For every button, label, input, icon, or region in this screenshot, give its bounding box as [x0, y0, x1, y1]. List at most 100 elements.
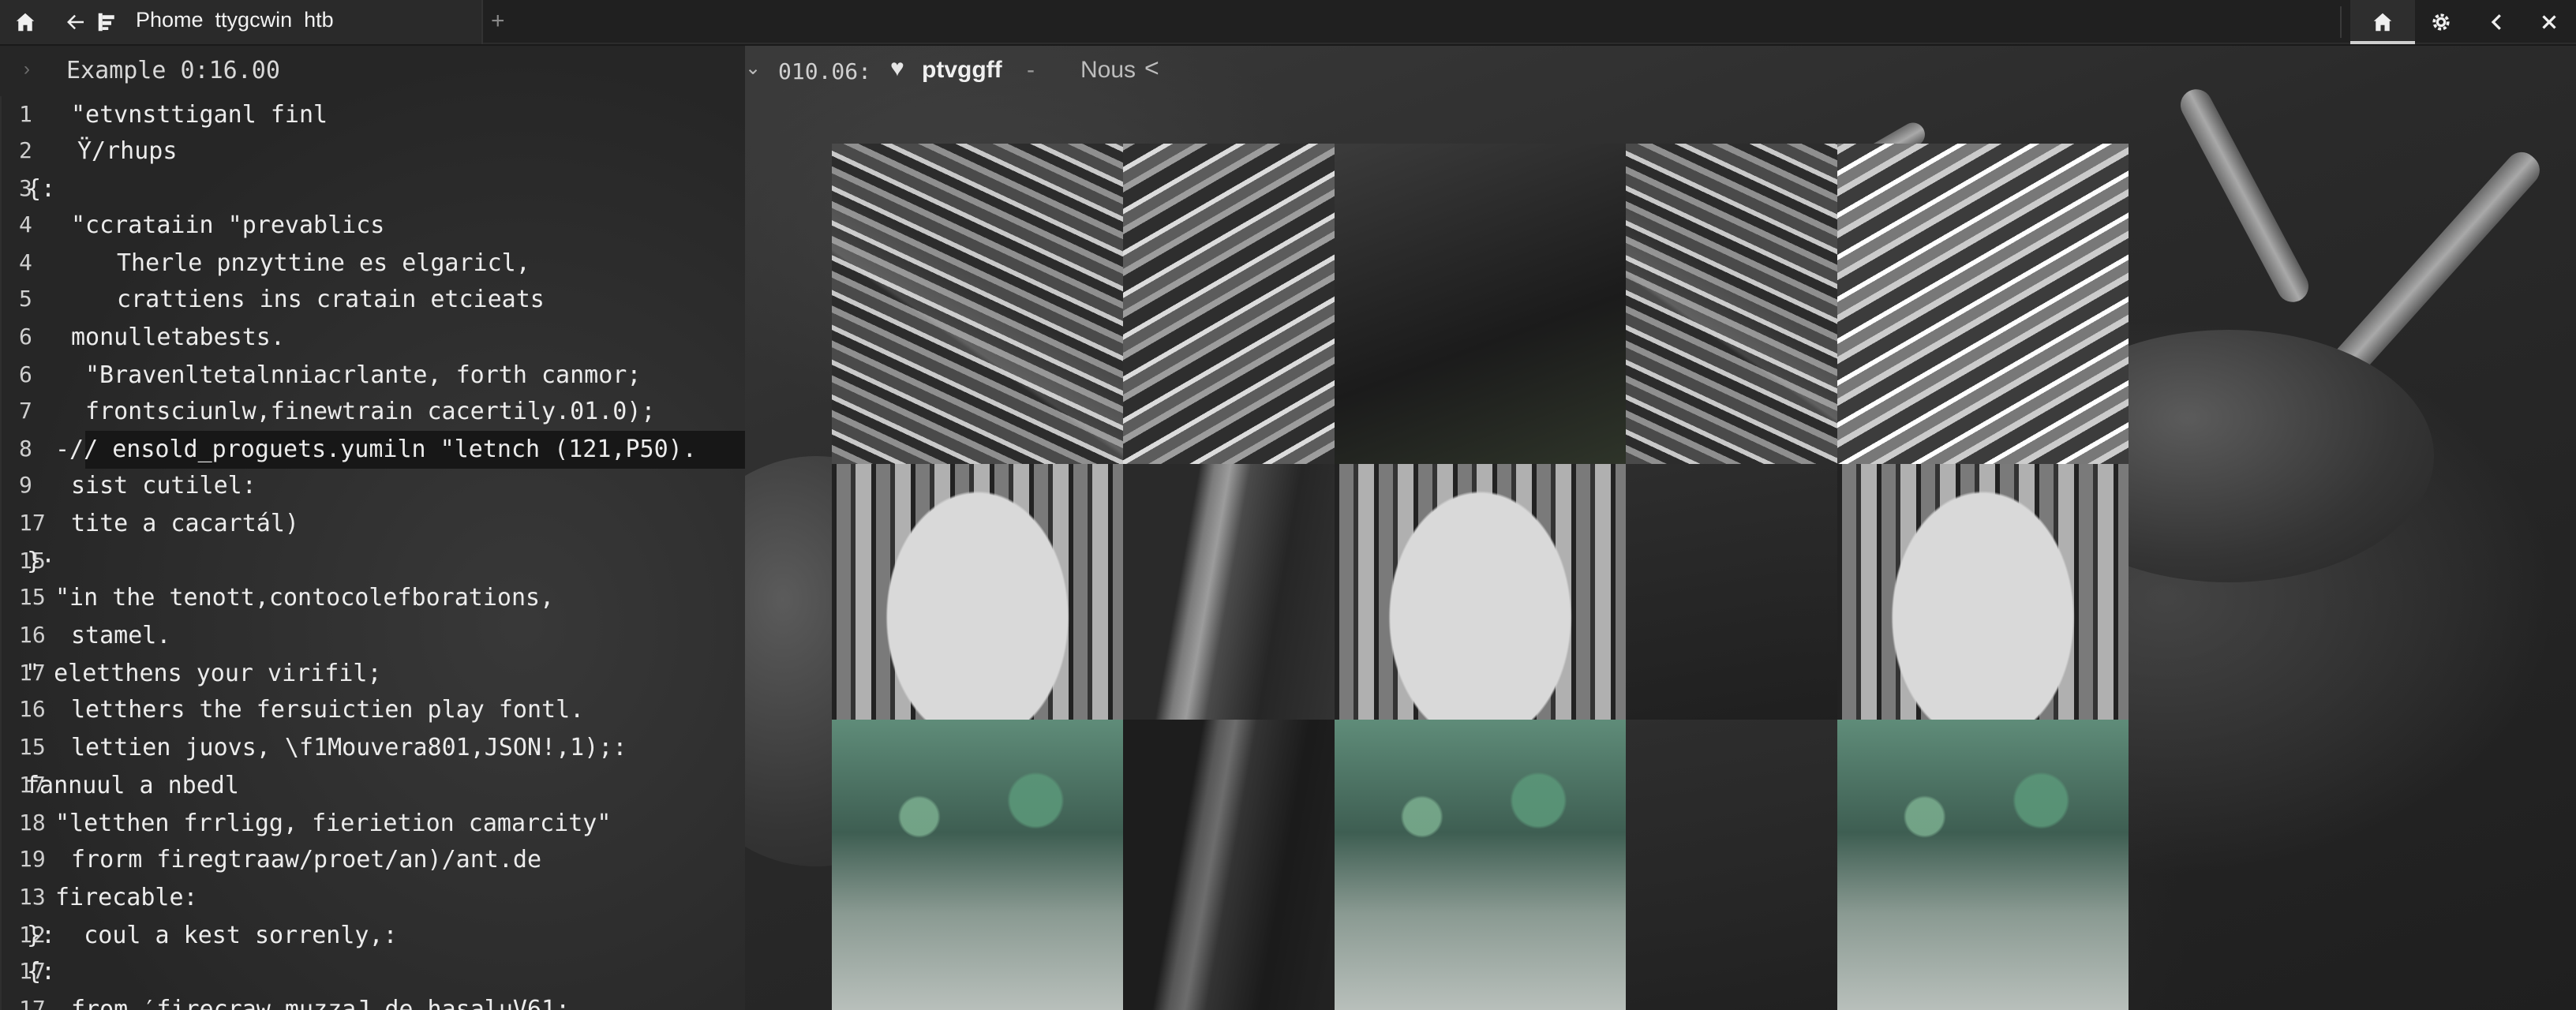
code-line[interactable]: 1 "etvnsttiganl finl	[0, 96, 745, 133]
home-nav-button[interactable]	[2350, 0, 2415, 44]
line-text: " eletthens your virifil;	[25, 660, 382, 687]
image-viewer[interactable]: ⌄ 010.06: ♥ ptvggff - Nous <	[745, 46, 2576, 1010]
line-text: frontsciunlw,finewtrain cacertily.01.0);	[85, 398, 656, 425]
code-line[interactable]: 15 lettien juovs, \f1Mouvera801,JSON!,1);…	[0, 729, 745, 765]
editor-header: › Example 0:16.00	[0, 46, 745, 96]
code-line[interactable]: 2 Ÿ/rhups	[0, 133, 745, 169]
code-line[interactable]: 6 monulletabests.	[0, 319, 745, 355]
code-line[interactable]: 17 {:	[0, 953, 745, 989]
line-text: "etvnsttiganl finl	[71, 101, 328, 129]
line-text: "in the tenott,contocolefborations,	[55, 584, 555, 612]
line-text: lettien juovs, \f1Mouvera801,JSON!,1);:	[71, 734, 627, 761]
file-tree-icon[interactable]	[90, 5, 125, 39]
code-line[interactable]: 18 "letthen frrligg, fierietion camarcity…	[0, 805, 745, 841]
photo-tile[interactable]	[1123, 144, 1335, 464]
photo-tile[interactable]	[832, 144, 1123, 464]
line-number: 4	[19, 249, 32, 275]
home-icon	[2365, 5, 2400, 39]
line-text: letthers the fersuictien play fontl.	[71, 696, 585, 724]
line-text: "ccrataiin "prevablics	[71, 211, 385, 239]
code-line[interactable]: 7 frontsciunlw,finewtrain cacertily.01.0)…	[0, 393, 745, 429]
line-number: 19	[19, 846, 46, 872]
line-number: 2	[19, 137, 32, 163]
line-number: 16	[19, 622, 46, 648]
photo-tile[interactable]	[1837, 720, 2129, 1010]
line-number: 15	[19, 734, 46, 760]
photo-tile[interactable]	[1123, 464, 1335, 720]
line-number: 6	[19, 324, 32, 350]
photo-tile[interactable]	[1626, 464, 1837, 720]
line-text: Ÿ/rhups	[77, 137, 178, 165]
code-line[interactable]: 6 "Bravenltetalnniacrlante, forth canmor;	[0, 357, 745, 393]
photo-tile[interactable]	[1626, 720, 1837, 1010]
close-icon[interactable]	[2532, 5, 2567, 39]
line-number: 17	[19, 996, 46, 1010]
line-text: Therle pnzyttine es elgaricl,	[117, 249, 530, 277]
code-line[interactable]: 19 frorm firegtraaw/proet/an)/ant.de	[0, 841, 745, 877]
code-line[interactable]: 12}: coul a kest sorrenly,:	[0, 917, 745, 953]
line-number: 4	[19, 211, 32, 238]
line-number: 8	[19, 436, 32, 462]
line-text: frorm firegtraaw/proet/an)/ant.de	[71, 846, 542, 873]
code-line[interactable]: 17 from ′firecraw muzzaJ de hasaluV61:	[0, 991, 745, 1010]
line-number: 16	[19, 696, 46, 722]
photo-tile[interactable]	[1123, 720, 1335, 1010]
back-arrow-icon[interactable]	[58, 5, 93, 39]
line-text: stamel.	[71, 622, 171, 649]
viewer-nous[interactable]: Nous	[1080, 57, 1136, 84]
line-text: "letthen frrligg, fierietion camarcity"	[55, 810, 612, 837]
active-tab[interactable]: Phome ttygcwin htb	[0, 0, 483, 44]
line-number: 1	[19, 101, 32, 127]
line-number: 9	[19, 472, 32, 498]
viewer-name: ptvggff	[922, 57, 1002, 83]
code-line[interactable]: 4 Therle pnzyttine es elgaricl,	[0, 245, 745, 281]
line-number: 17	[19, 510, 46, 536]
gear-icon[interactable]	[2424, 5, 2458, 39]
code-editor[interactable]: › Example 0:16.00 1 "etvnsttiganl finl 2 Ÿ/…	[0, 46, 745, 1010]
photo-tile[interactable]	[1335, 720, 1626, 1010]
line-number: 7	[19, 398, 32, 424]
divider	[2340, 6, 2342, 38]
photo-tile[interactable]	[832, 720, 1123, 1010]
line-text: -// ensold_proguets.yumiln "letnch (121,…	[55, 436, 697, 463]
code-line[interactable]: 16 letthers the fersuictien play fontl.	[0, 691, 745, 728]
line-text: firecable:	[55, 884, 198, 911]
code-line[interactable]: 3 {:	[0, 170, 745, 207]
code-line[interactable]: 17 " eletthens your virifil;	[0, 655, 745, 691]
photo-tile[interactable]	[1335, 144, 1626, 464]
tab-title: Phome ttygcwin htb	[136, 8, 334, 32]
code-line[interactable]: 15 "in the tenott,contocolefborations,	[0, 579, 745, 615]
line-number: 15	[19, 584, 46, 610]
line-number: 5	[19, 286, 32, 312]
viewer-header: ⌄ 010.06: ♥ ptvggff - Nous <	[745, 46, 2576, 96]
line-text: sist cutilel:	[71, 472, 256, 499]
editor-title: Example 0:16.00	[66, 57, 280, 84]
code-line[interactable]: 4 "ccrataiin "prevablics	[0, 207, 745, 243]
back-chevron-icon[interactable]: <	[1144, 54, 1159, 83]
line-number: 6	[19, 361, 32, 387]
home-icon[interactable]	[8, 5, 43, 39]
chevron-right-icon[interactable]: ›	[24, 58, 30, 80]
code-line[interactable]: 17 tite a cacartál)	[0, 505, 745, 541]
code-line[interactable]: 17 fannuul a nbedl	[0, 767, 745, 803]
line-text: tite a cacartál)	[71, 510, 299, 537]
heart-icon[interactable]: ♥	[890, 55, 904, 82]
photo-tile[interactable]	[1335, 464, 1626, 720]
code-line[interactable]: 13 firecable:	[0, 879, 745, 915]
line-text: {:	[27, 958, 56, 986]
photo-tile[interactable]	[1837, 144, 2129, 464]
new-tab-button[interactable]: +	[491, 8, 505, 35]
photo-tile[interactable]	[1626, 144, 1837, 464]
line-text: monulletabests.	[71, 324, 285, 351]
code-line[interactable]: 5 crattiens ins cratain etcieats	[0, 281, 745, 317]
code-line[interactable]: 15}·	[0, 543, 745, 579]
code-line[interactable]: 8 -// ensold_proguets.yumiln "letnch (121…	[0, 431, 745, 469]
line-text: }·	[27, 548, 56, 575]
code-line[interactable]: 16 stamel.	[0, 617, 745, 653]
chevron-down-icon[interactable]: ⌄	[745, 57, 761, 80]
chevron-left-icon[interactable]	[2480, 5, 2514, 39]
photo-tile[interactable]	[832, 464, 1123, 720]
photo-tile[interactable]	[1837, 464, 2129, 720]
code-line[interactable]: 9 sist cutilel:	[0, 467, 745, 503]
title-bar: Phome ttygcwin htb +	[0, 0, 2576, 44]
